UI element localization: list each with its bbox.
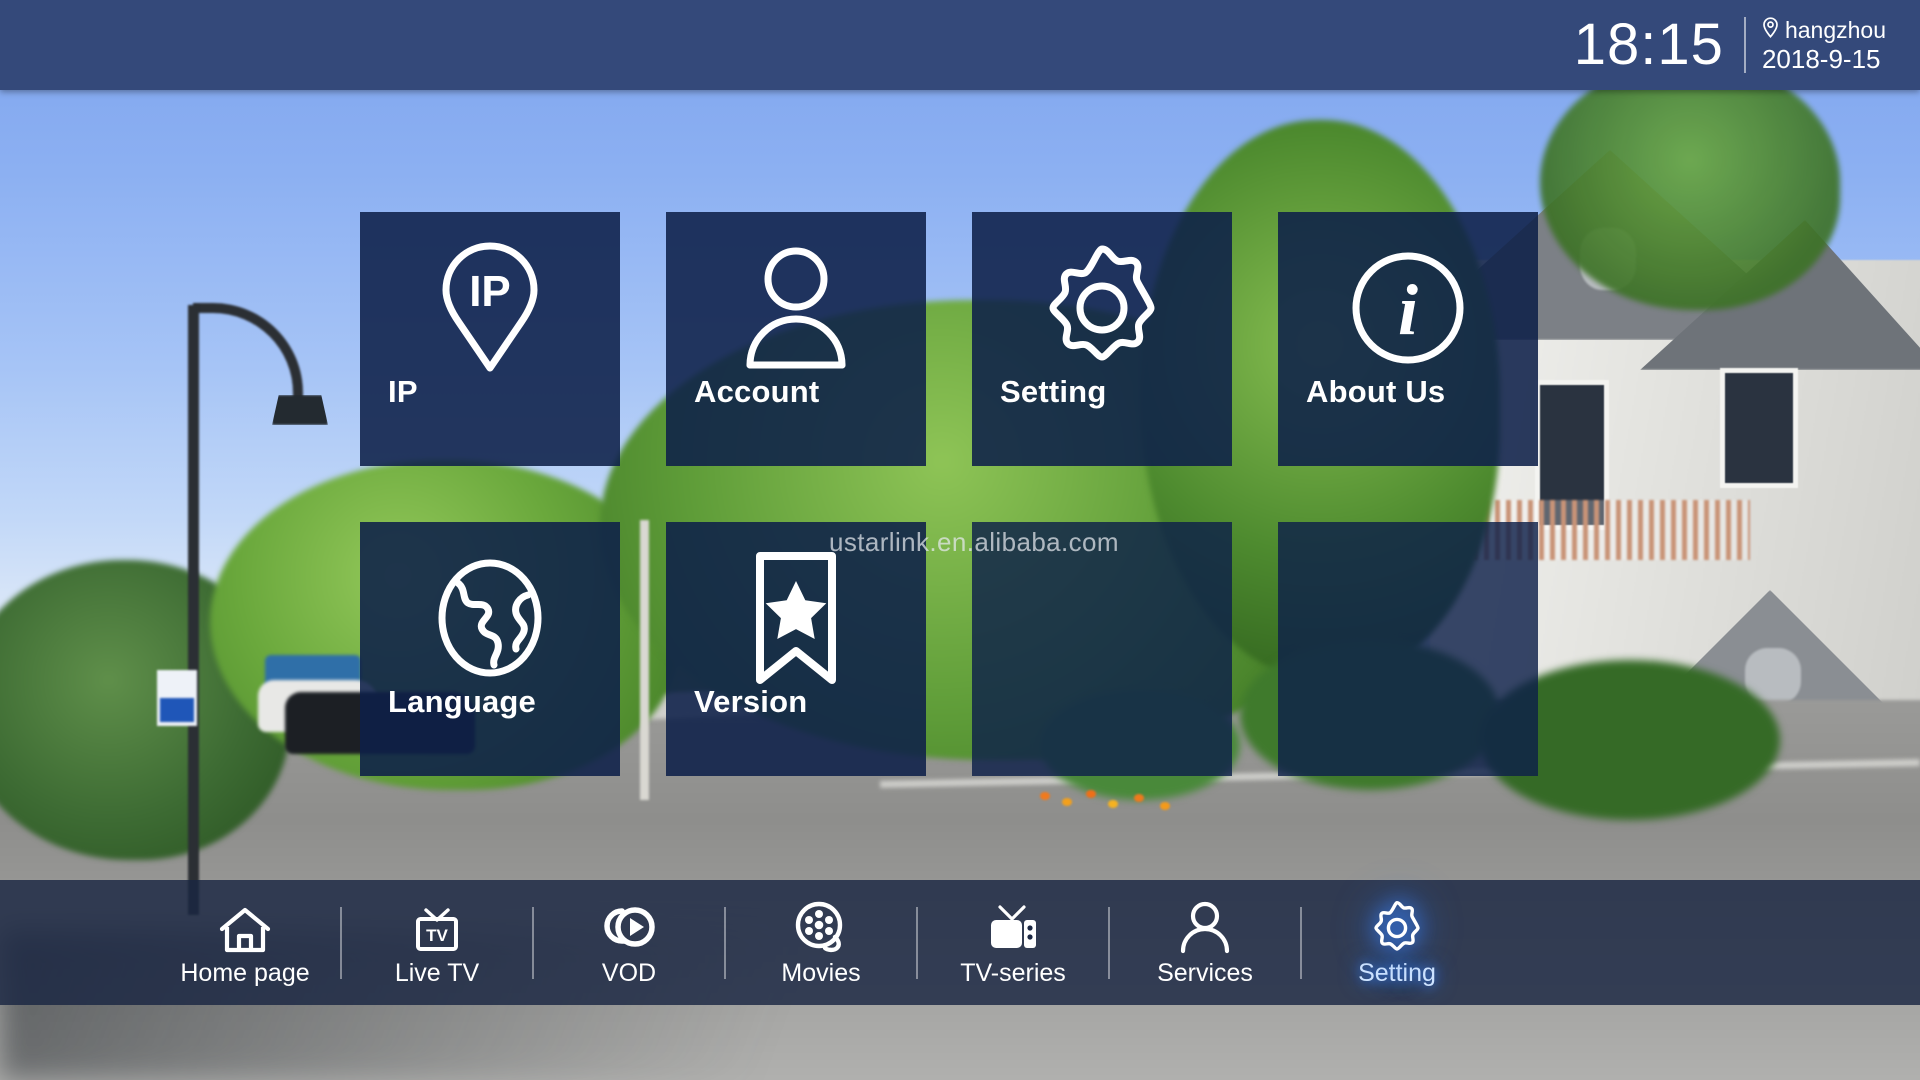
nav-label: TV-series bbox=[960, 959, 1066, 987]
home-icon bbox=[218, 897, 272, 955]
settings-row-1: IP IP Account Setting i About Us bbox=[360, 212, 1538, 466]
tile-label: Version bbox=[694, 684, 808, 719]
nav-item-tv-series[interactable]: TV-series bbox=[918, 897, 1108, 988]
tv-settings-screen: 18:15 hangzhou 2018-9-15 IP IP Account S… bbox=[0, 0, 1920, 1080]
tile-label: About Us bbox=[1306, 374, 1446, 409]
cloud-play-icon bbox=[599, 897, 659, 955]
info-circle-icon: i bbox=[1278, 238, 1538, 378]
nav-label: VOD bbox=[601, 959, 657, 987]
bottom-navigation-bar: Home page TV Live TV VOD Movies TV-serie… bbox=[0, 880, 1920, 1005]
nav-item-movies[interactable]: Movies bbox=[726, 897, 916, 988]
nav-item-setting[interactable]: Setting bbox=[1302, 897, 1492, 988]
film-reel-icon bbox=[793, 897, 849, 955]
location-pin-icon bbox=[1762, 17, 1779, 44]
svg-text:TV: TV bbox=[426, 926, 448, 945]
tile-account[interactable]: Account bbox=[666, 212, 926, 466]
bookmark-star-icon bbox=[666, 548, 926, 688]
tile-version[interactable]: Version bbox=[666, 522, 926, 776]
tile-empty-2[interactable] bbox=[1278, 522, 1538, 776]
svg-text:i: i bbox=[1398, 270, 1418, 350]
clock: 18:15 bbox=[1573, 12, 1724, 77]
tile-label: Language bbox=[388, 684, 537, 719]
gear-icon bbox=[972, 238, 1232, 378]
settings-row-2: Language Version bbox=[360, 522, 1538, 776]
tv-icon: TV bbox=[410, 897, 464, 955]
tile-label bbox=[972, 720, 1232, 776]
nav-label: Movies bbox=[781, 959, 861, 987]
nav-label: Live TV bbox=[394, 959, 480, 987]
tile-label: Account bbox=[694, 374, 820, 409]
header-location-date: hangzhou 2018-9-15 bbox=[1762, 17, 1886, 73]
nav-label: Services bbox=[1157, 959, 1253, 987]
date-label: 2018-9-15 bbox=[1761, 43, 1881, 74]
ip-pin-icon: IP bbox=[360, 238, 620, 378]
tile-label bbox=[1278, 720, 1538, 776]
nav-item-services[interactable]: Services bbox=[1110, 897, 1300, 988]
person-icon bbox=[1179, 897, 1231, 955]
nav-item-vod[interactable]: VOD bbox=[534, 897, 724, 988]
svg-text:IP: IP bbox=[469, 267, 511, 316]
settings-tile-grid: IP IP Account Setting i About Us Languag… bbox=[360, 212, 1538, 776]
tile-empty-1[interactable] bbox=[972, 522, 1232, 776]
nav-label: Setting bbox=[1358, 959, 1436, 987]
location-label: hangzhou bbox=[1784, 16, 1886, 43]
user-icon bbox=[666, 238, 926, 378]
globe-icon bbox=[360, 548, 620, 688]
gear-icon bbox=[1370, 897, 1424, 955]
retro-tv-icon bbox=[984, 897, 1042, 955]
nav-item-home-page[interactable]: Home page bbox=[150, 897, 340, 988]
tile-label: IP bbox=[388, 374, 418, 409]
status-bar: 18:15 hangzhou 2018-9-15 bbox=[0, 0, 1920, 90]
tile-ip[interactable]: IP IP bbox=[360, 212, 620, 466]
tile-setting[interactable]: Setting bbox=[972, 212, 1232, 466]
tile-language[interactable]: Language bbox=[360, 522, 620, 776]
header-divider bbox=[1743, 17, 1746, 73]
tile-about-us[interactable]: i About Us bbox=[1278, 212, 1538, 466]
nav-label: Home page bbox=[180, 959, 310, 987]
nav-item-live-tv[interactable]: TV Live TV bbox=[342, 897, 532, 988]
tile-label: Setting bbox=[1000, 374, 1107, 409]
